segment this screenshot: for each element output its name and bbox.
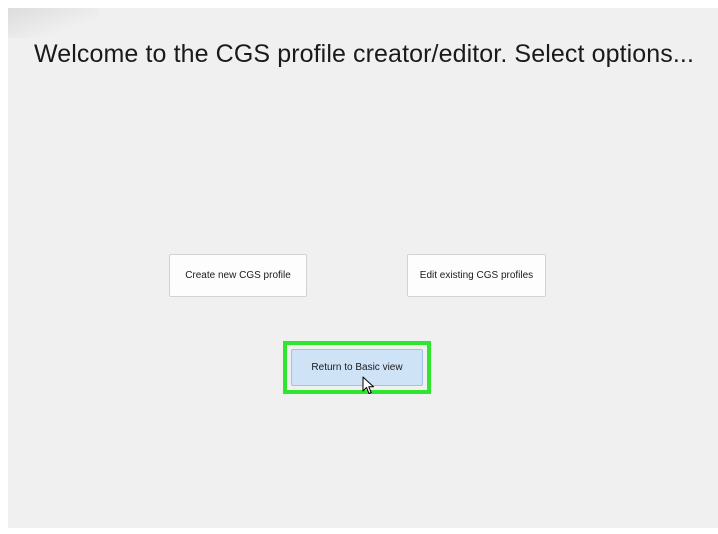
return-button-highlight: Return to Basic view <box>283 341 431 394</box>
edit-profiles-button[interactable]: Edit existing CGS profiles <box>407 254 546 297</box>
create-profile-button[interactable]: Create new CGS profile <box>169 254 307 297</box>
return-basic-view-button[interactable]: Return to Basic view <box>291 349 423 386</box>
profile-creator-window: Welcome to the CGS profile creator/edito… <box>8 8 718 528</box>
window-corner-shading <box>8 8 98 38</box>
mouse-pointer-icon <box>362 376 374 394</box>
page-title: Welcome to the CGS profile creator/edito… <box>34 40 695 68</box>
